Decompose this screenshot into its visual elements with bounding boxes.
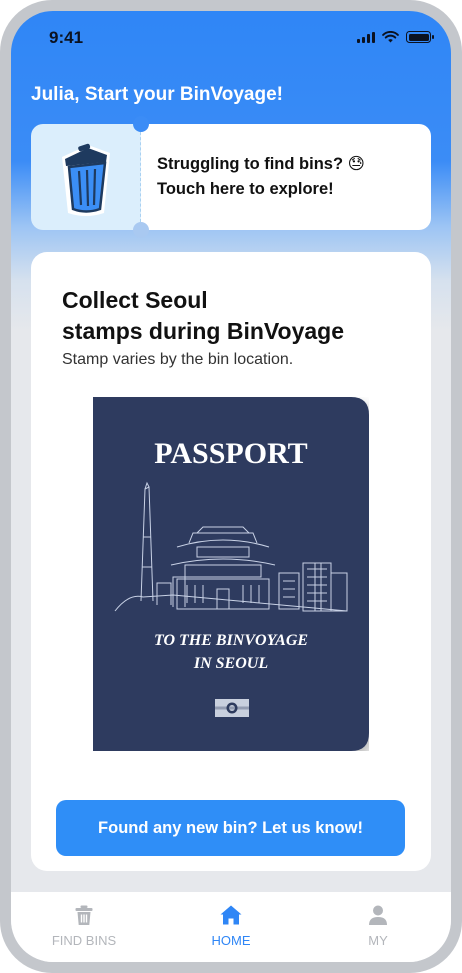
status-icons — [357, 31, 434, 43]
passport-text-line2: IN SEOUL — [193, 655, 268, 672]
card-subtitle: Stamp varies by the bin location. — [62, 351, 294, 368]
stamp-collection-card: Collect Seoul stamps during BinVoyage St… — [31, 252, 431, 871]
passport-text-line1: TO THE BINVOYAGE — [154, 632, 308, 649]
ticket-notch-top — [133, 116, 149, 132]
tab-my[interactable]: MY — [305, 892, 451, 962]
ticket-dashed-divider — [140, 132, 141, 222]
tab-find-bins[interactable]: FIND BINS — [11, 892, 157, 962]
tab-home-label: HOME — [211, 933, 251, 948]
user-icon — [369, 905, 387, 925]
tab-my-label: MY — [368, 933, 388, 948]
tab-home[interactable]: HOME — [158, 892, 304, 962]
greeting-title: Julia, Start your BinVoyage! — [31, 84, 283, 105]
app-screen: 9:41 Julia, Start your BinVoyage! Strugg… — [11, 11, 451, 962]
passport-illustration: PASSPORT TO THE BINVOYAGE IN SEOUL — [93, 397, 369, 751]
ticket-right-panel: Struggling to find bins? 😓 Touch here to… — [141, 124, 431, 230]
home-icon — [220, 905, 242, 925]
passport-title: PASSPORT — [154, 437, 307, 470]
find-bins-line1: Struggling to find bins? 😓 — [157, 155, 365, 173]
find-bins-card[interactable]: Struggling to find bins? 😓 Touch here to… — [31, 116, 431, 238]
card-title: Collect Seoul stamps during BinVoyage — [62, 285, 344, 347]
card-title-line2: stamps during BinVoyage — [62, 318, 345, 344]
card-title-line1: Collect Seoul — [62, 287, 208, 313]
find-bins-line2: Touch here to explore! — [157, 180, 334, 198]
status-time: 9:41 — [49, 28, 84, 47]
cellular-signal-icon — [357, 31, 375, 43]
battery-icon — [406, 31, 434, 43]
wifi-icon — [382, 31, 399, 43]
bottom-tab-bar: FIND BINS HOME MY — [11, 892, 451, 962]
find-bins-text: Struggling to find bins? 😓 Touch here to… — [157, 152, 365, 202]
tab-find-bins-label: FIND BINS — [51, 933, 117, 948]
device-frame: 9:41 Julia, Start your BinVoyage! Strugg… — [0, 0, 462, 973]
status-bar: 9:41 — [11, 11, 451, 63]
trash-icon — [75, 905, 93, 925]
report-new-bin-button[interactable]: Found any new bin? Let us know! — [56, 800, 405, 856]
ticket-notch-bottom — [133, 222, 149, 238]
biometric-chip-icon — [215, 699, 249, 717]
ticket-left-panel — [31, 124, 141, 230]
trash-bin-icon — [62, 143, 110, 216]
